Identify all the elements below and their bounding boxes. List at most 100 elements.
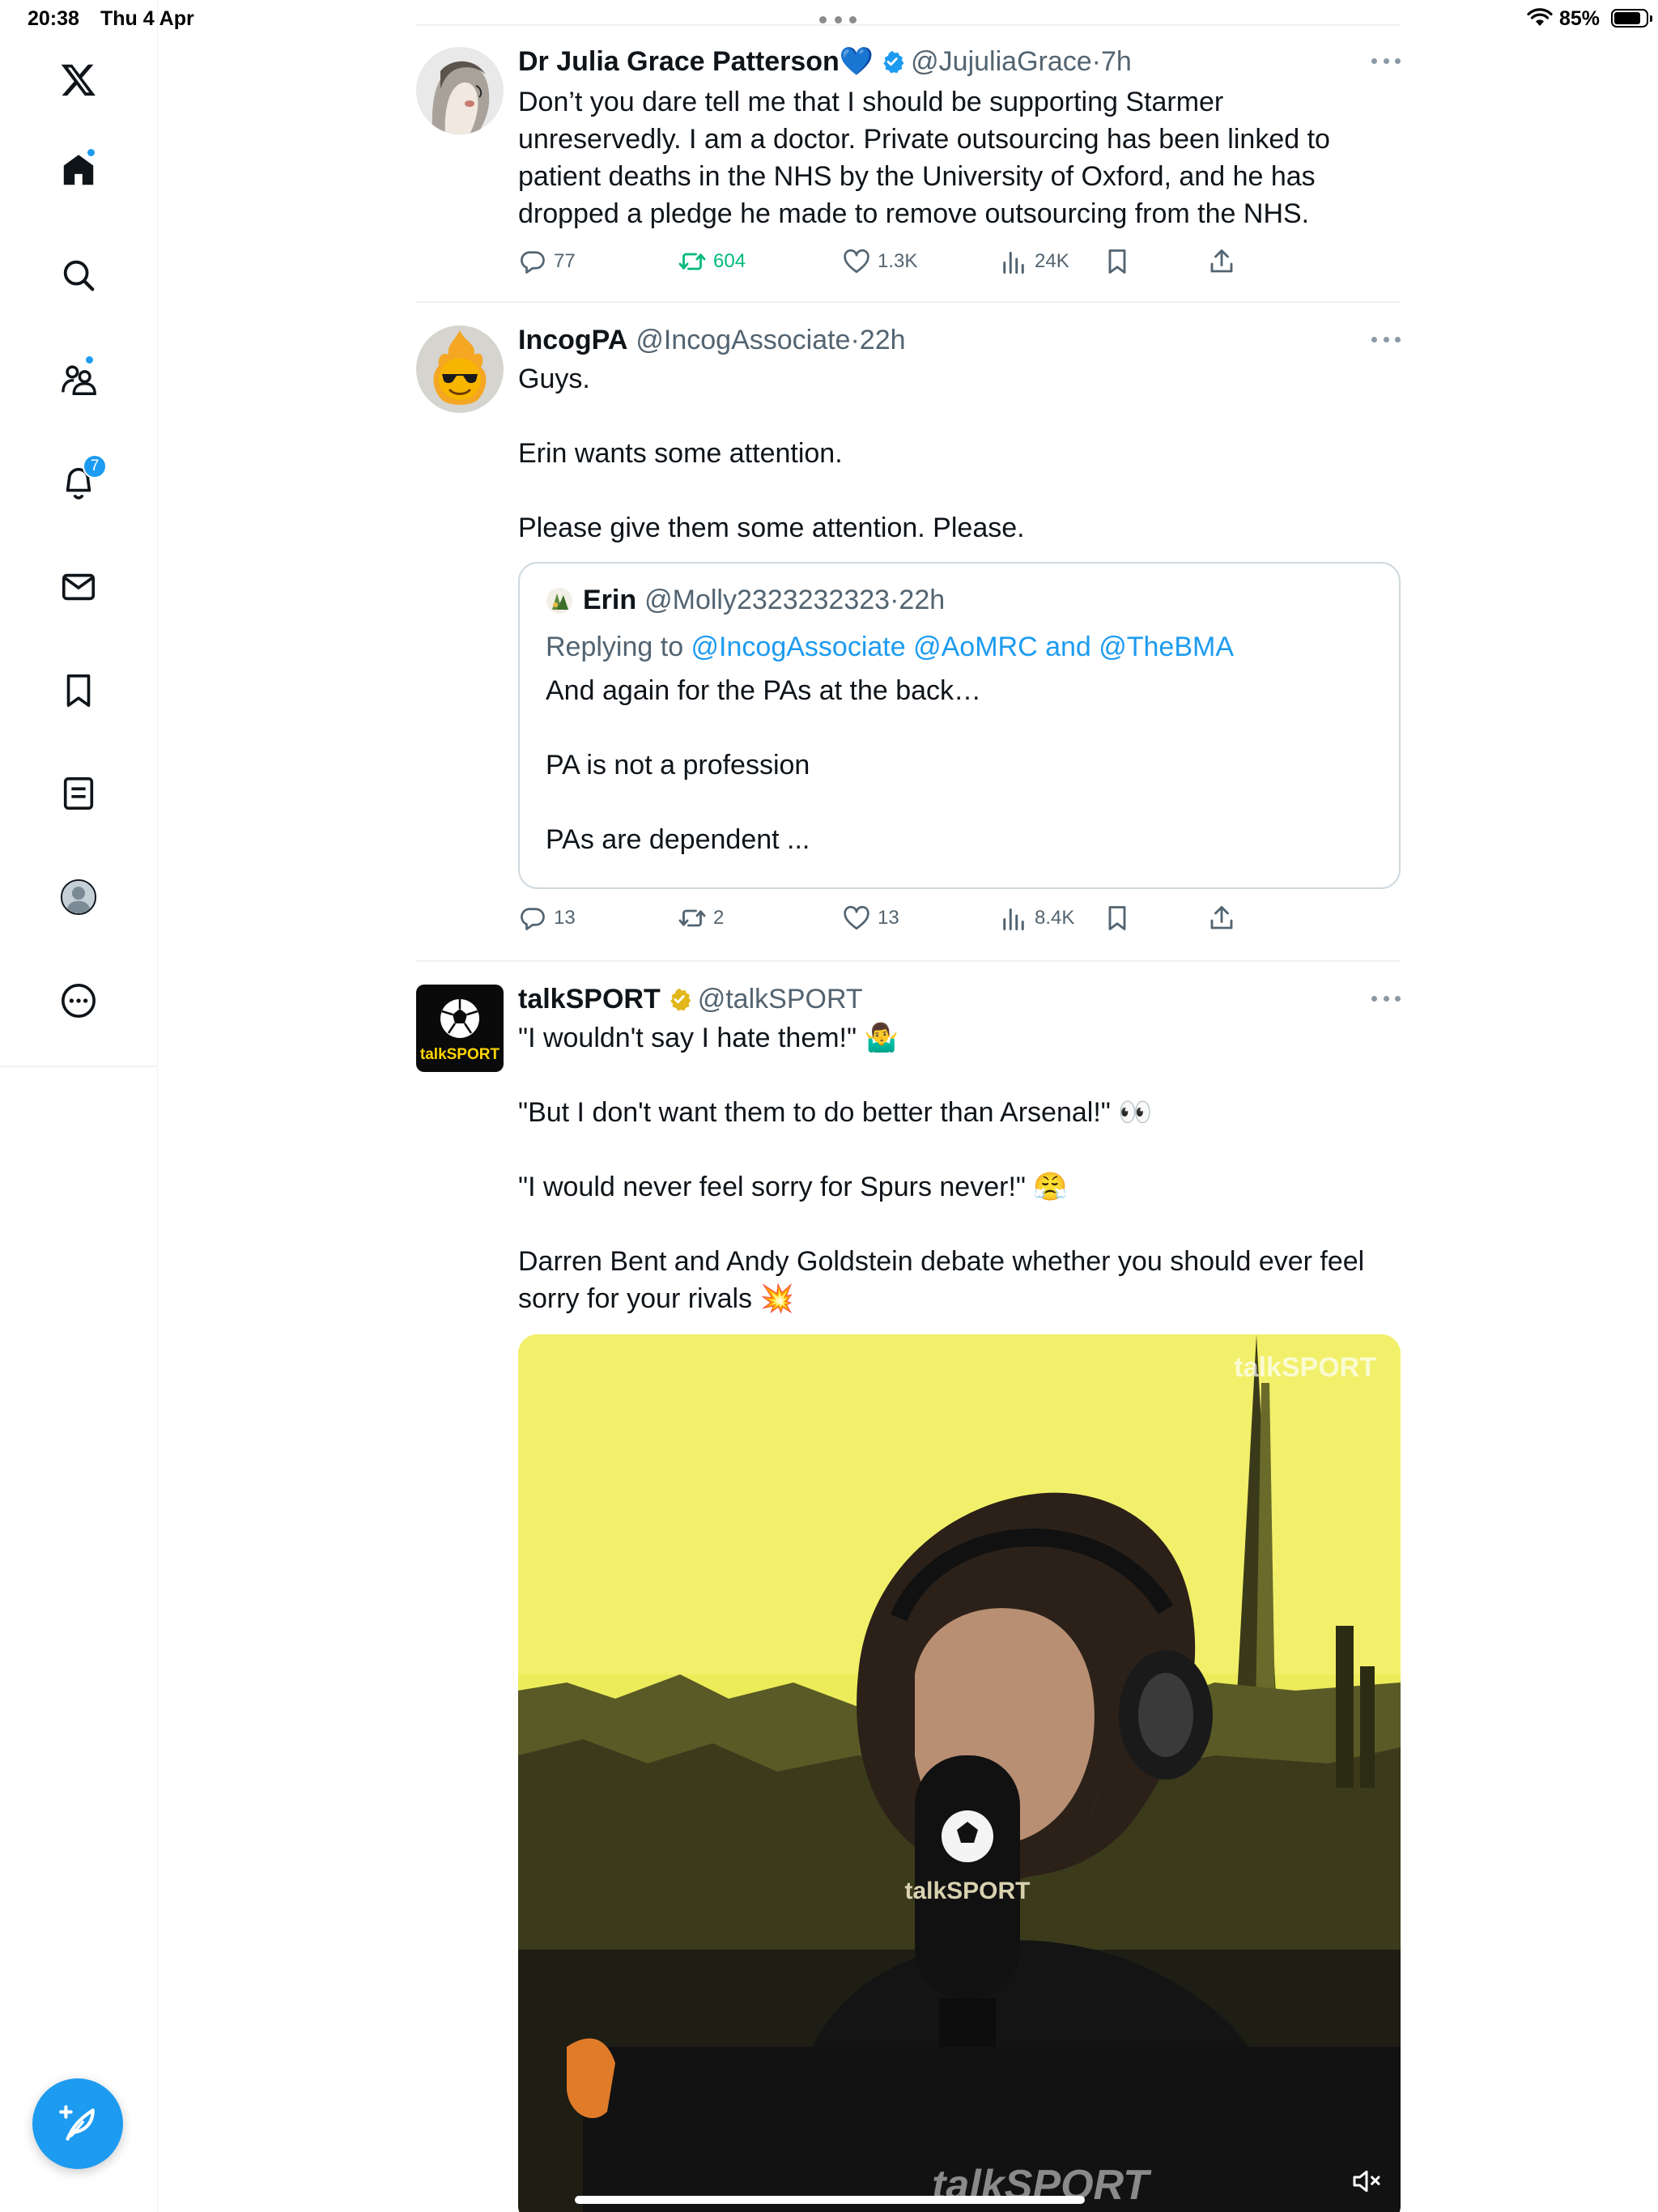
- like-button[interactable]: 1.3K: [842, 245, 917, 278]
- feather-plus-icon: [59, 2105, 95, 2141]
- reply-button[interactable]: 13: [518, 902, 576, 934]
- tweet-more-icon[interactable]: [1371, 58, 1401, 68]
- tweet-paragraph: "I would never feel sorry for Spurs neve…: [518, 1172, 1068, 1202]
- replying-to-prefix: Replying to: [546, 632, 691, 662]
- communities-icon[interactable]: [53, 355, 104, 405]
- reply-count: 77: [554, 250, 576, 272]
- view-count: 24K: [1035, 250, 1069, 272]
- home-icon[interactable]: [53, 146, 104, 196]
- repost-count: 604: [713, 250, 746, 272]
- views-button[interactable]: 8.4K: [999, 902, 1074, 934]
- messages-icon[interactable]: [53, 562, 104, 612]
- video-watermark: talkSPORT: [1234, 1352, 1376, 1383]
- like-button[interactable]: 13: [842, 902, 899, 934]
- tweet-text: "I wouldn't say I hate them!" 🤷‍♂️ "But …: [518, 1019, 1376, 1317]
- tweet-paragraph-gap: [518, 472, 1376, 509]
- author-handle[interactable]: @IncogAssociate: [636, 325, 850, 356]
- share-icon: [1210, 906, 1233, 929]
- reply-count: 13: [554, 907, 576, 929]
- like-count: 1.3K: [878, 250, 918, 272]
- author-name[interactable]: IncogPA: [518, 325, 627, 356]
- quoted-tweet-header: Erin @Molly2323232323 · 22h: [546, 585, 945, 616]
- mute-icon[interactable]: [1350, 2165, 1383, 2197]
- repost-count: 2: [713, 907, 725, 929]
- repost-icon: [678, 909, 706, 927]
- avatar[interactable]: [416, 47, 504, 134]
- bookmark-button[interactable]: [1103, 902, 1138, 934]
- post-time[interactable]: 22h: [860, 325, 906, 356]
- notifications-icon[interactable]: 7: [53, 454, 107, 508]
- tweet[interactable]: IncogPA @IncogAssociate · 22h Guys. Erin…: [416, 301, 1401, 960]
- tweet-paragraph-gap: [518, 1206, 1376, 1243]
- author-handle[interactable]: @talkSPORT: [698, 984, 863, 1015]
- share-icon: [1210, 249, 1233, 273]
- tweet-paragraph: "But I don't want them to do better than…: [518, 1097, 1153, 1128]
- like-count: 13: [878, 907, 899, 929]
- author-name[interactable]: talkSPORT: [518, 984, 661, 1015]
- video-player[interactable]: talkSPORT talkSPORT talkSPORT: [518, 1334, 1401, 2212]
- view-count: 8.4K: [1035, 907, 1075, 929]
- notifications-badge: 7: [83, 454, 107, 479]
- home-notification-dot: [86, 147, 96, 158]
- avatar-label: talkSPORT: [420, 1046, 500, 1063]
- avatar[interactable]: talkSPORT: [416, 985, 504, 1072]
- quoted-author-name[interactable]: Erin: [583, 585, 636, 616]
- reply-button[interactable]: 77: [518, 245, 576, 278]
- bookmark-icon: [1108, 906, 1126, 930]
- post-time[interactable]: 7h: [1101, 46, 1132, 78]
- share-button[interactable]: [1207, 902, 1243, 934]
- heart-icon: [844, 905, 869, 930]
- communities-notification-dot: [84, 355, 95, 365]
- tweet-text: Guys. Erin wants some attention. Please …: [518, 360, 1376, 547]
- quoted-paragraph: And again for the PAs at the back…: [546, 675, 982, 706]
- more-options-icon[interactable]: [53, 976, 104, 1026]
- home-indicator[interactable]: [575, 2196, 1085, 2204]
- sidebar: 7: [0, 0, 158, 2212]
- profile-avatar-icon[interactable]: [53, 872, 104, 922]
- quoted-author-handle[interactable]: @Molly2323232323: [644, 585, 890, 616]
- compose-post-button[interactable]: [32, 2078, 123, 2169]
- avatar[interactable]: [416, 325, 504, 413]
- timeline: Dr Julia Grace Patterson💙 @JujuliaGrace …: [416, 0, 1401, 2212]
- bookmarks-icon[interactable]: [53, 666, 104, 716]
- reply-icon: [521, 908, 545, 930]
- search-icon[interactable]: [53, 250, 104, 300]
- tweet-header: IncogPA @IncogAssociate · 22h: [518, 322, 906, 358]
- tweet-paragraph: Darren Bent and Andy Goldstein debate wh…: [518, 1246, 1365, 1314]
- header-separator: ·: [850, 324, 860, 355]
- quoted-post-time[interactable]: 22h: [899, 585, 945, 616]
- views-icon: [1003, 252, 1024, 274]
- repost-button[interactable]: 2: [678, 902, 724, 934]
- tweet-paragraph: Erin wants some attention.: [518, 438, 843, 469]
- bookmark-icon: [1108, 249, 1126, 274]
- bookmark-button[interactable]: [1103, 245, 1138, 278]
- tweet-paragraph-gap: [518, 398, 1376, 435]
- tweet-paragraph: "I wouldn't say I hate them!" 🤷‍♂️: [518, 1023, 899, 1053]
- lists-icon[interactable]: [53, 768, 104, 819]
- share-button[interactable]: [1207, 245, 1243, 278]
- quoted-paragraph-gap: [546, 709, 1371, 747]
- author-handle[interactable]: @JujuliaGrace: [911, 46, 1092, 78]
- tweet-paragraph-gap: [518, 1057, 1376, 1094]
- tweet-paragraph: Guys.: [518, 364, 590, 394]
- tweet-more-icon[interactable]: [1371, 337, 1401, 347]
- header-separator: ·: [1091, 45, 1101, 77]
- views-button[interactable]: 24K: [999, 245, 1069, 278]
- author-name[interactable]: Dr Julia Grace Patterson💙: [518, 45, 874, 78]
- sidebar-divider: [0, 1066, 158, 1067]
- quoted-tweet[interactable]: Erin @Molly2323232323 · 22h Replying to …: [518, 562, 1401, 889]
- mic-label: talkSPORT: [904, 1878, 1030, 1904]
- tweet[interactable]: Dr Julia Grace Patterson💙 @JujuliaGrace …: [416, 0, 1401, 301]
- tweet[interactable]: talkSPORT talkSPORT @talkSPORT "I wouldn…: [416, 960, 1401, 2212]
- avatar[interactable]: [546, 587, 573, 615]
- tweet-more-icon[interactable]: [1371, 996, 1401, 1006]
- quoted-header-separator: ·: [890, 585, 899, 615]
- tweet-actions: 77 604 1.3K 24K: [518, 245, 1376, 278]
- x-logo-icon[interactable]: [53, 54, 104, 104]
- repost-button[interactable]: 604: [678, 245, 746, 278]
- replying-to-links[interactable]: @IncogAssociate @AoMRC and @TheBMA: [691, 632, 1234, 662]
- tweet-paragraph-gap: [518, 1131, 1376, 1168]
- reply-icon: [521, 251, 545, 274]
- quoted-tweet-text: And again for the PAs at the back… PA is…: [546, 672, 1371, 858]
- quoted-paragraph: PA is not a profession: [546, 750, 810, 781]
